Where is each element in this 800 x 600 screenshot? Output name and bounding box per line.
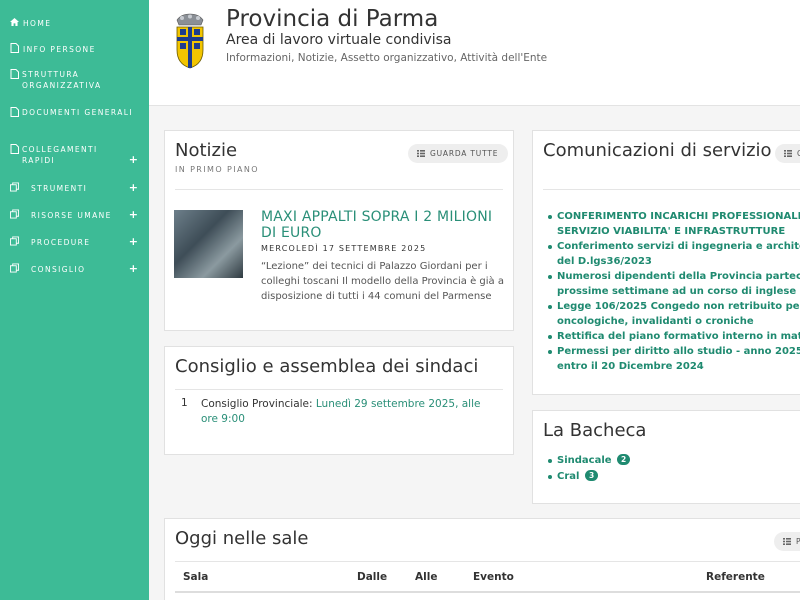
expand-plus-icon[interactable]: + <box>129 263 138 274</box>
bulletin-item-cral[interactable]: Cral 3 <box>547 469 630 485</box>
divider <box>175 189 503 190</box>
bulletin-item-sindacale[interactable]: Sindacale 2 <box>547 453 631 469</box>
sidebar: Home Info persone Struttura organizzativ… <box>0 0 149 600</box>
site-title[interactable]: Provincia di Parma <box>226 6 438 32</box>
copy-icon <box>10 209 19 219</box>
divider <box>175 561 800 562</box>
count-badge: 3 <box>584 470 599 481</box>
council-item: Consiglio Provinciale: Lunedì 29 settemb… <box>201 398 481 425</box>
column-header-dalle: Dalle <box>357 571 388 583</box>
expand-plus-icon[interactable]: + <box>129 209 138 220</box>
expand-plus-icon[interactable]: + <box>129 236 138 247</box>
communication-link[interactable]: CONFERIMENTO INCARICHI PROFESSIONALI <box>548 209 800 224</box>
communications-list: CONFERIMENTO INCARICHI PROFESSIONALI SER… <box>548 209 800 374</box>
expand-plus-icon[interactable]: + <box>129 154 138 165</box>
news-item-title-link[interactable]: MAXI APPALTI SOPRA I 2 MILIONI DI EURO <box>261 209 511 241</box>
news-item-summary: “Lezione” dei tecnici di Palazzo Giordan… <box>261 261 504 302</box>
list-icon <box>784 150 792 157</box>
divider <box>175 591 800 593</box>
home-icon <box>10 17 19 27</box>
count-badge: 2 <box>617 454 631 465</box>
rooms-panel-title: Oggi nelle sale <box>175 528 309 549</box>
communication-link-continuation[interactable]: entro il 20 Dicembre 2024 <box>557 359 800 374</box>
column-header-evento: Evento <box>473 571 514 583</box>
news-thumbnail-image[interactable] <box>174 210 243 278</box>
column-header-alle: Alle <box>415 571 438 583</box>
sidebar-item-home[interactable]: Home <box>10 17 140 29</box>
view-all-news-button[interactable]: Guarda tutte <box>408 144 509 163</box>
bulletin-panel-title: La Bacheca <box>543 420 647 441</box>
communication-link-continuation[interactable]: del D.lgs36/2023 <box>557 254 800 269</box>
divider <box>543 189 800 190</box>
sidebar-item-struttura-organizzativa[interactable]: Struttura organizzativa <box>10 69 140 91</box>
communication-link[interactable]: Permessi per diritto allo studio - anno … <box>548 344 800 359</box>
news-item-date: Mercoledì 17 settembre 2025 <box>261 244 427 253</box>
bulletin-board-panel: La Bacheca Sindacale 2 Cral 3 <box>532 410 800 504</box>
communication-link[interactable]: Numerosi dipendenti della Provincia part… <box>548 269 800 284</box>
sidebar-item-strumenti[interactable]: Strumenti + <box>10 182 140 194</box>
province-crest-logo[interactable] <box>173 12 207 70</box>
news-panel-title: Notizie <box>175 140 238 161</box>
list-icon <box>417 150 425 157</box>
sidebar-item-risorse-umane[interactable]: Risorse umane + <box>10 209 140 221</box>
divider <box>175 389 503 390</box>
rooms-today-panel: Oggi nelle sale P Sala Dalle Alle Evento… <box>164 518 800 600</box>
site-header: Provincia di Parma Area di lavoro virtua… <box>149 0 800 106</box>
view-all-communications-button[interactable]: G <box>775 144 800 163</box>
column-header-sala: Sala <box>183 571 209 583</box>
council-item-number: 1 <box>181 397 188 409</box>
sidebar-item-collegamenti-rapidi[interactable]: Collegamenti rapidi + <box>10 144 140 166</box>
communication-link[interactable]: Rettifica del piano formativo interno in… <box>548 329 800 344</box>
communication-link[interactable]: Conferimento servizi di ingegneria e arc… <box>548 239 800 254</box>
news-kicker: In primo piano <box>175 165 259 174</box>
copy-icon <box>10 182 19 192</box>
communication-link-continuation[interactable]: SERVIZIO VIABILITA' E INFRASTRUTTURE <box>557 224 800 239</box>
communication-link-continuation[interactable]: oncologiche, invalidanti o croniche <box>557 314 800 329</box>
sidebar-item-procedure[interactable]: Procedure + <box>10 236 140 248</box>
service-communications-panel: Comunicazioni di servizio G CONFERIMENTO… <box>532 130 800 395</box>
view-all-rooms-button[interactable]: P <box>774 532 800 551</box>
file-icon <box>10 107 19 117</box>
communication-link[interactable]: Legge 106/2025 Congedo non retribuito pe… <box>548 299 800 314</box>
column-header-referente: Referente <box>706 571 765 583</box>
news-panel: Notizie In primo piano Guarda tutte MAXI… <box>164 130 514 331</box>
file-icon <box>10 144 19 154</box>
sidebar-item-consiglio[interactable]: Consiglio + <box>10 263 140 275</box>
sidebar-item-documenti-generali[interactable]: Documenti generali <box>10 107 140 118</box>
council-panel-title: Consiglio e assemblea dei sindaci <box>175 356 479 377</box>
council-panel: Consiglio e assemblea dei sindaci 1 Cons… <box>164 346 514 455</box>
communications-panel-title: Comunicazioni di servizio <box>543 140 772 161</box>
communication-link-continuation[interactable]: prossime settimane ad un corso di ingles… <box>557 284 800 299</box>
copy-icon <box>10 263 19 273</box>
expand-plus-icon[interactable]: + <box>129 182 138 193</box>
site-subtitle: Area di lavoro virtuale condivisa <box>226 32 452 48</box>
sidebar-item-info-persone[interactable]: Info persone <box>10 43 140 55</box>
bulletin-list: Sindacale 2 Cral 3 <box>547 453 631 485</box>
file-icon <box>10 43 19 53</box>
list-icon <box>783 538 791 545</box>
file-icon <box>10 69 19 79</box>
copy-icon <box>10 236 19 246</box>
site-description: Informazioni, Notizie, Assetto organizza… <box>226 52 548 64</box>
